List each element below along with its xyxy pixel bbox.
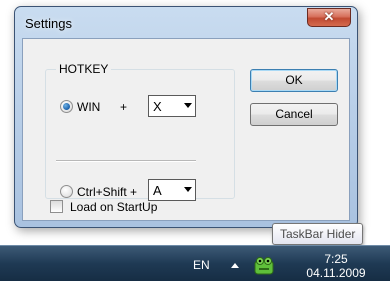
win-key-combo[interactable]: X	[148, 95, 196, 117]
load-on-startup-checkbox[interactable]	[50, 200, 63, 213]
group-separator	[56, 160, 196, 162]
win-label[interactable]: WIN	[77, 100, 100, 114]
hotkey-groupbox: HOTKEY WIN + X Ctrl+Shift + A	[45, 62, 235, 201]
language-indicator[interactable]: EN	[193, 258, 210, 272]
title-bar[interactable]: Settings ✕	[15, 7, 357, 37]
clock[interactable]: 7:25 04.11.2009	[282, 252, 390, 280]
taskbar: EN 7:25 04.11.2009	[0, 245, 390, 281]
load-on-startup-label[interactable]: Load on StartUp	[70, 200, 157, 214]
dialog-title: Settings	[25, 16, 72, 31]
ctrlshift-key-combo[interactable]: A	[148, 179, 196, 201]
taskbar-hider-icon[interactable]	[253, 256, 275, 276]
cancel-button[interactable]: Cancel	[250, 103, 338, 126]
ctrlshift-key-value: A	[153, 183, 162, 198]
show-hidden-icons-icon[interactable]	[231, 263, 239, 268]
close-icon: ✕	[323, 9, 335, 24]
desktop: Settings ✕ HOTKEY WIN + X Ctrl+Shift + A…	[0, 0, 390, 245]
close-button[interactable]: ✕	[307, 8, 351, 27]
tray-tooltip: TaskBar Hider	[272, 223, 364, 245]
ctrlshift-label[interactable]: Ctrl+Shift +	[77, 185, 137, 199]
dialog-client-area: HOTKEY WIN + X Ctrl+Shift + A OK Cancel …	[22, 38, 350, 221]
clock-time: 7:25	[324, 252, 348, 266]
chevron-down-icon	[184, 187, 192, 192]
win-key-value: X	[153, 99, 162, 114]
chevron-down-icon	[184, 103, 192, 108]
win-plus-label: +	[120, 100, 128, 114]
hotkey-group-label: HOTKEY	[56, 62, 112, 76]
radio-selected-dot	[63, 103, 70, 110]
win-radio[interactable]	[60, 100, 73, 113]
ok-button[interactable]: OK	[250, 69, 338, 92]
settings-dialog: Settings ✕ HOTKEY WIN + X Ctrl+Shift + A…	[14, 6, 358, 228]
clock-date: 04.11.2009	[306, 266, 366, 280]
ctrlshift-radio[interactable]	[60, 185, 73, 198]
